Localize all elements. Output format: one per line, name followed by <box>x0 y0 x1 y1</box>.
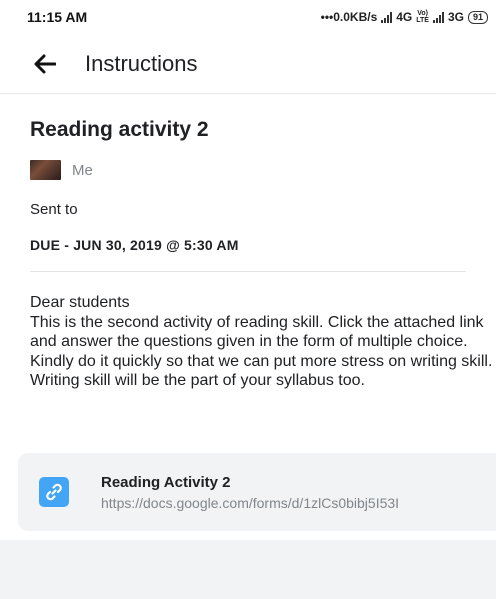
author-name: Me <box>72 161 93 179</box>
app-bar: Instructions <box>0 34 496 94</box>
network-type-4g: 4G <box>396 10 413 24</box>
attachment-text: Reading Activity 2 https://docs.google.c… <box>101 474 399 511</box>
screen: 11:15 AM •••0.0KB/s 4G Vo) LTE 3G 91 Ins… <box>0 0 496 599</box>
back-button[interactable] <box>30 49 60 79</box>
divider <box>30 271 466 272</box>
link-icon <box>39 477 69 507</box>
signal-icon-2 <box>432 11 444 23</box>
network-type-3g: 3G <box>447 10 464 24</box>
attachment-url: https://docs.google.com/forms/d/1zlCs0bi… <box>101 494 400 511</box>
avatar <box>30 160 61 180</box>
volte-icon: Vo) LTE <box>416 10 429 24</box>
assignment-title: Reading activity 2 <box>30 118 209 141</box>
assignment-details: Reading activity 2 Me Sent to DUE - JUN … <box>30 94 496 391</box>
arrow-left-icon <box>34 54 56 73</box>
status-time: 11:15 AM <box>27 9 88 25</box>
battery-level: 91 <box>472 11 483 22</box>
status-indicators: •••0.0KB/s 4G Vo) LTE 3G 91 <box>321 10 488 24</box>
page-title: Instructions <box>85 50 198 76</box>
attachment-title: Reading Activity 2 <box>101 473 231 491</box>
status-bar: 11:15 AM •••0.0KB/s 4G Vo) LTE 3G 91 <box>0 0 496 34</box>
bottom-panel <box>0 540 496 599</box>
assignment-body: Dear students This is the second activit… <box>30 294 493 389</box>
network-speed: •••0.0KB/s <box>320 10 378 24</box>
signal-icon <box>381 11 393 23</box>
due-date: DUE - JUN 30, 2019 @ 5:30 AM <box>30 237 239 253</box>
volte-bottom: LTE <box>416 17 429 24</box>
battery-icon: 91 <box>467 10 488 24</box>
sent-to-label: Sent to <box>30 201 78 218</box>
author-row: Me <box>30 160 496 180</box>
volte-top: Vo) <box>417 10 428 17</box>
attachment-card[interactable]: Reading Activity 2 https://docs.google.c… <box>18 453 496 531</box>
